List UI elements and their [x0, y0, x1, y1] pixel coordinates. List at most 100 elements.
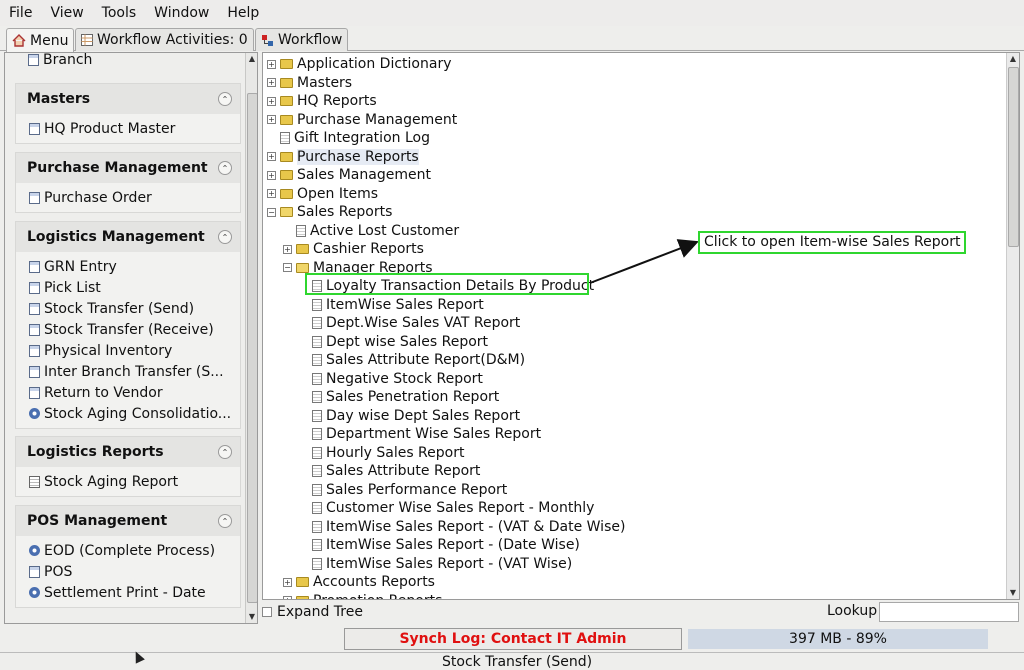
tree-node[interactable]: + Purchase Management	[267, 111, 457, 129]
expand-tree-checkbox[interactable]	[262, 607, 272, 617]
menu-item[interactable]: Return to Vendor	[16, 382, 240, 403]
collapse-icon[interactable]: ⌃	[218, 445, 232, 459]
tree-node[interactable]: Sales Attribute Report	[299, 462, 480, 480]
tree-node[interactable]: Sales Attribute Report(D&M)	[299, 351, 525, 369]
tab-workflow-activities[interactable]: Workflow Activities: 0	[75, 28, 254, 51]
tree-node-label: Sales Reports	[297, 204, 393, 220]
tree-node[interactable]: Sales Penetration Report	[299, 388, 499, 406]
scroll-down-icon[interactable]: ▼	[1007, 587, 1019, 599]
scroll-up-icon[interactable]: ▲	[246, 53, 257, 65]
tree-scrollbar[interactable]: ▲ ▼	[1006, 53, 1019, 599]
workflow-tree: + Application Dictionary + Masters + HQ Repor…	[262, 52, 1020, 600]
menu-item[interactable]: Stock Transfer (Receive)	[16, 319, 240, 340]
menu-item[interactable]: Stock Aging Consolidatio...	[16, 403, 240, 424]
group-header[interactable]: Masters ⌃	[16, 84, 240, 114]
menu-item[interactable]: EOD (Complete Process)	[16, 540, 240, 561]
menu-item-label: Stock Aging Consolidatio...	[44, 405, 232, 422]
expand-icon[interactable]: +	[267, 78, 276, 87]
menu-item-branch[interactable]: Branch	[15, 53, 92, 70]
gear-icon	[29, 587, 40, 598]
menu-item[interactable]: Stock Transfer (Send)	[16, 298, 240, 319]
tree-node[interactable]: Dept wise Sales Report	[299, 333, 488, 351]
tab-menu-label: Menu	[30, 32, 69, 49]
tree-node[interactable]: Customer Wise Sales Report - Monthly	[299, 499, 594, 517]
expand-icon[interactable]: +	[267, 170, 276, 180]
memory-indicator[interactable]: 397 MB - 89%	[688, 629, 988, 649]
tree-node[interactable]: ItemWise Sales Report - (VAT & Date Wise…	[299, 518, 625, 536]
tree-node[interactable]: Gift Integration Log	[267, 129, 430, 147]
lookup-input[interactable]	[879, 602, 1019, 622]
menu-window[interactable]: Window	[145, 0, 218, 26]
group-header[interactable]: Logistics Management ⌃	[16, 222, 240, 252]
tab-bar: Menu Workflow Activities: 0 Workflow	[0, 28, 1024, 52]
collapse-icon[interactable]: −	[267, 207, 276, 217]
group-header[interactable]: POS Management ⌃	[16, 506, 240, 536]
menu-item[interactable]: POS	[16, 561, 240, 582]
tree-node[interactable]: + Masters	[267, 74, 352, 92]
expand-icon[interactable]: +	[267, 152, 276, 161]
scroll-thumb[interactable]	[247, 93, 257, 603]
tree-node[interactable]: Dept.Wise Sales VAT Report	[299, 314, 520, 332]
tree-node[interactable]: − Sales Reports	[267, 203, 392, 221]
expand-icon[interactable]: +	[283, 244, 292, 254]
tree-node[interactable]: ItemWise Sales Report - (VAT Wise)	[299, 555, 572, 573]
expand-tree-label[interactable]: Expand Tree	[277, 604, 363, 620]
tree-node[interactable]: + Open Items	[267, 185, 378, 203]
menu-item[interactable]: Settlement Print - Date	[16, 582, 240, 603]
scroll-down-icon[interactable]: ▼	[246, 611, 257, 623]
folder-icon	[280, 188, 293, 199]
tree-node[interactable]: Hourly Sales Report	[299, 444, 464, 462]
tree-node-label: Masters	[297, 74, 353, 91]
menu-item[interactable]: Purchase Order	[16, 187, 240, 208]
scroll-up-icon[interactable]: ▲	[1007, 53, 1019, 65]
collapse-icon[interactable]: ⌃	[218, 230, 232, 244]
tree-node[interactable]: + Accounts Reports	[283, 573, 435, 591]
collapse-icon[interactable]: ⌃	[218, 92, 232, 106]
tree-node[interactable]: + Cashier Reports	[283, 240, 424, 258]
menu-help[interactable]: Help	[218, 0, 268, 26]
menu-file[interactable]: File	[0, 0, 41, 26]
collapse-icon[interactable]: −	[283, 263, 292, 272]
callout-arrow	[589, 239, 699, 284]
tree-node[interactable]: Active Lost Customer	[283, 222, 459, 240]
menu-tools[interactable]: Tools	[93, 0, 146, 26]
menu-item[interactable]: Physical Inventory	[16, 340, 240, 361]
tree-node[interactable]: + Sales Management	[267, 166, 431, 184]
tree-node[interactable]: Department Wise Sales Report	[299, 425, 541, 443]
collapse-icon[interactable]: ⌃	[218, 161, 232, 175]
group-header[interactable]: Purchase Management ⌃	[16, 153, 240, 183]
folder-icon	[296, 577, 309, 587]
scroll-thumb[interactable]	[1008, 67, 1019, 247]
menu-scrollbar[interactable]: ▲ ▼	[245, 53, 257, 623]
expand-icon[interactable]: +	[267, 96, 276, 106]
tree-node[interactable]: + Purchase Reports	[267, 148, 419, 166]
tree-node[interactable]: Negative Stock Report	[299, 370, 483, 388]
tab-workflow[interactable]: Workflow	[255, 28, 349, 51]
menu-view[interactable]: View	[41, 0, 92, 26]
document-icon	[312, 298, 322, 311]
tree-node[interactable]: + Promotion Reports	[283, 592, 442, 599]
expand-icon[interactable]: +	[267, 59, 276, 69]
tree-node[interactable]: Sales Performance Report	[299, 481, 507, 499]
menu-item[interactable]: GRN Entry	[16, 256, 240, 277]
expand-icon[interactable]: +	[267, 115, 276, 124]
menu-item[interactable]: Inter Branch Transfer (S...	[16, 361, 240, 382]
tree-node[interactable]: + Application Dictionary	[267, 55, 451, 73]
tree-node[interactable]: + HQ Reports	[267, 92, 377, 110]
menu-item[interactable]: HQ Product Master	[16, 118, 240, 139]
collapse-icon[interactable]: ⌃	[218, 514, 232, 528]
group-header[interactable]: Logistics Reports ⌃	[16, 437, 240, 467]
folder-icon	[280, 77, 293, 88]
expand-icon[interactable]: +	[283, 596, 292, 599]
tree-node[interactable]: ItemWise Sales Report - (Date Wise)	[299, 536, 580, 554]
synch-log-button[interactable]: Synch Log: Contact IT Admin	[344, 628, 682, 650]
menu-item[interactable]: Stock Aging Report	[16, 471, 240, 492]
expand-icon[interactable]: +	[283, 577, 292, 587]
tree-node[interactable]: ItemWise Sales Report	[299, 296, 484, 314]
tree-node[interactable]: Day wise Dept Sales Report	[299, 407, 520, 425]
menu-item[interactable]: Pick List	[16, 277, 240, 298]
tree-node-label: Sales Management	[297, 167, 431, 183]
expand-icon[interactable]: +	[267, 189, 276, 198]
table-icon	[81, 34, 93, 46]
tab-menu[interactable]: Menu	[6, 28, 75, 52]
